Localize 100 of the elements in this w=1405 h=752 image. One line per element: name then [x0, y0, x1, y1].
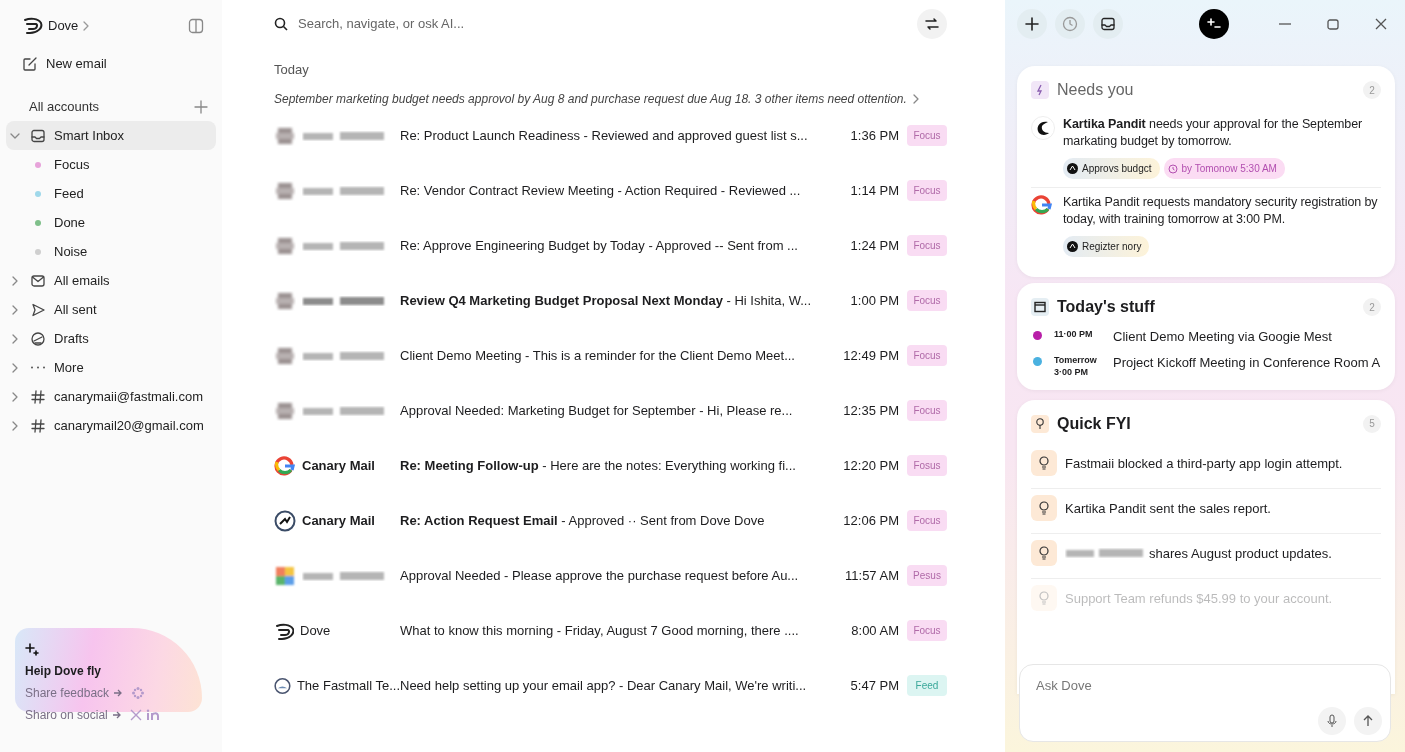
lightbulb-icon [1035, 417, 1045, 430]
email-subject[interactable]: Re: Meeting Follow-up - Here are the notes: Everything working fi... [400, 455, 829, 476]
compose-icon [22, 56, 38, 72]
deadline-chip[interactable]: by Tomonow 5:30 AM [1163, 158, 1285, 179]
chevron-right-icon [12, 362, 18, 373]
folder-item[interactable]: All emails [6, 266, 216, 295]
chevron-right-icon [12, 420, 18, 431]
date-heading: Today [274, 61, 310, 79]
fyi-text: Kartika Pandit sent the sales report. [1065, 499, 1271, 518]
microphone-button[interactable] [1318, 707, 1346, 735]
email-subject[interactable]: Approval Needed - Please approve the purchase request before Au... [400, 565, 829, 586]
email-time: 12:20 PM [842, 456, 899, 475]
new-button[interactable] [1017, 9, 1047, 39]
event-title[interactable]: Client Demo Meeting via Googie Mest [1113, 327, 1332, 347]
calendar-icon [1034, 301, 1046, 313]
section-label: All accounts [29, 98, 100, 117]
email-time: 12:35 PM [842, 401, 899, 420]
action-icon [1067, 241, 1078, 252]
email-time: 1:24 PM [849, 236, 899, 255]
chevron-down-icon [10, 132, 20, 139]
hash-icon [30, 417, 46, 434]
search-field[interactable]: Search, navigate, or osk AI... [296, 13, 909, 35]
folder-item[interactable]: Done [6, 208, 216, 237]
chevron-right-icon [12, 391, 18, 402]
category-tag: Fosus [907, 455, 947, 476]
email-subject[interactable]: What to know this morning - Friday, August 7 Good morning, there .... [400, 620, 829, 641]
email-subject[interactable]: Re: Action Request Email - Approved ·· Sent from Dove Dove [400, 510, 829, 531]
notification-text: Kartika Pandit requests mandatory security registration by today, with training tomorrow at 3:00 PM. [1063, 194, 1379, 228]
history-button[interactable] [1055, 9, 1085, 39]
action-chip[interactable]: Regizter nory [1063, 236, 1150, 257]
action-chip[interactable]: Approvs budgct [1063, 158, 1160, 179]
category-tag: Focus [907, 400, 947, 421]
sender-name: Dove [300, 621, 331, 640]
clock-icon [1167, 163, 1178, 174]
lightbulb-icon [1038, 500, 1050, 515]
google-logo-icon [274, 454, 296, 477]
event-title[interactable]: Project Kickoff Meeting in Conference Room A [1113, 352, 1381, 372]
plus-icon [194, 100, 208, 114]
clock-icon [1062, 16, 1078, 32]
category-tag: Pesus [907, 565, 947, 586]
share-link[interactable]: Share feedback [25, 683, 110, 702]
sidebar-toggle-icon [188, 18, 204, 34]
folder-item[interactable]: All sent [6, 295, 216, 324]
swap-icon [924, 17, 940, 31]
dove-logo-icon [22, 15, 44, 37]
folder-item[interactable]: Focus [6, 150, 216, 179]
app-name[interactable]: Dove [48, 16, 79, 36]
email-subject[interactable]: Approval Needed: Marketing Budget for September - Hi, Please re... [400, 400, 829, 421]
plus-icon [1025, 17, 1039, 31]
email-time: 1:00 PM [849, 291, 899, 310]
folder-item[interactable]: Noise [6, 237, 216, 266]
category-tag: Focus [907, 345, 947, 366]
email-subject[interactable]: Need help setting up your email app? - Dear Canary Mail, We're writi... [400, 675, 829, 696]
search-icon [274, 17, 288, 31]
sparkle-icon [25, 641, 41, 656]
email-subject[interactable]: Re: Vendor Contract Review Meeting - Action Required - Reviewed ... [400, 180, 829, 201]
card-title: Quick FYI [1057, 413, 1131, 434]
email-subject[interactable]: Client Demo Meeting - This is a reminder for the Client Demo Meet... [400, 345, 829, 366]
lightbulb-icon [1038, 545, 1050, 560]
email-subject[interactable]: Re: Approve Engineering Budget by Today - Approved -- Sent from ... [400, 235, 829, 256]
fyi-text: Support Team refunds $45.99 to your account. [1065, 589, 1333, 608]
email-subject[interactable]: Review Q4 Marketing Budget Proposal Next Monday - Hi Ishita, W... [400, 290, 829, 311]
promo-title: Heip Dove fly [25, 662, 103, 680]
folder-item[interactable]: Smart Inbox [6, 121, 216, 150]
new-email-button[interactable]: New email [22, 53, 216, 75]
send-button[interactable] [1354, 707, 1382, 735]
folder-item[interactable]: More [6, 353, 216, 382]
inbox-button[interactable] [1093, 9, 1123, 39]
chevron-right-icon [12, 304, 18, 315]
assistant-button[interactable] [1199, 9, 1229, 39]
email-time: 11:57 AM [844, 566, 899, 585]
category-tag: Focus [907, 180, 947, 201]
folder-item[interactable]: Feed [6, 179, 216, 208]
category-tag: Focus [907, 290, 947, 311]
flower-icon [131, 685, 146, 700]
minimize-icon [1279, 23, 1291, 25]
add-account-button[interactable] [194, 100, 208, 114]
bolt-icon [1036, 84, 1044, 96]
sender-name: Canary Mail [302, 456, 375, 475]
fyi-text: Fastmaii blocked a third-party app login attempt. [1065, 454, 1343, 473]
count-badge: 2 [1363, 81, 1381, 99]
arrow-right-icon [113, 687, 124, 698]
category-tag: Focus [907, 235, 947, 256]
folder-item[interactable]: Drafts [6, 324, 216, 353]
filter-button[interactable] [917, 9, 947, 39]
email-subject[interactable]: Re: Product Launch Readiness - Reviewed and approved guest list s... [400, 125, 829, 146]
count-badge: 2 [1363, 298, 1381, 316]
google-logo-icon [1031, 194, 1055, 218]
sparkle-icon [1206, 18, 1222, 30]
email-time: 1:14 PM [849, 181, 899, 200]
action-icon [1067, 163, 1078, 174]
folder-item[interactable]: canarymaii@fastmali.com [6, 382, 216, 411]
category-tag: Focus [907, 125, 947, 146]
ask-field[interactable]: Ask Dove [1034, 675, 1382, 697]
crescent-logo-icon [1031, 116, 1055, 140]
email-time: 12:06 PM [842, 511, 899, 530]
ask-box[interactable]: Ask Dove [1019, 664, 1391, 742]
folder-item[interactable]: canarymail20@gmail.com [6, 411, 216, 440]
event-time: 11·00 PM [1054, 328, 1094, 340]
share-link[interactable]: Sharo on social [25, 705, 108, 724]
